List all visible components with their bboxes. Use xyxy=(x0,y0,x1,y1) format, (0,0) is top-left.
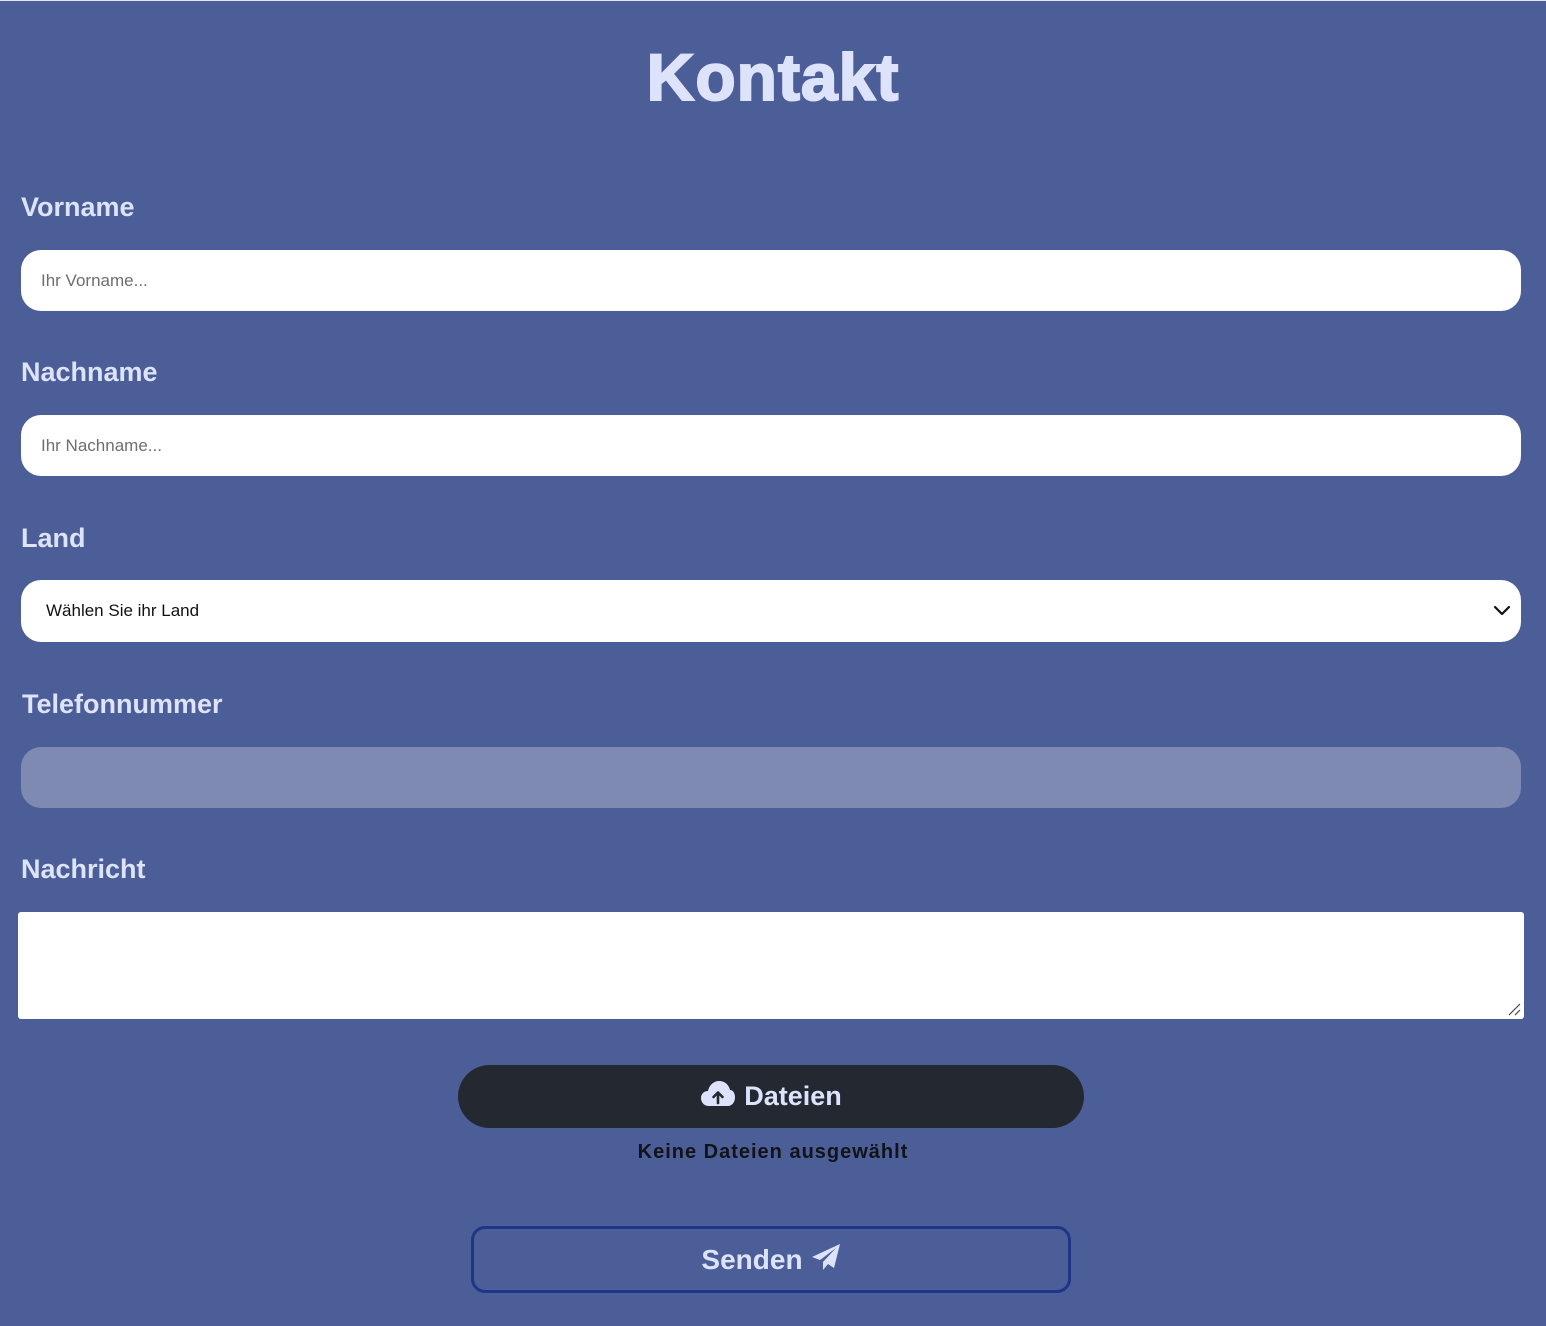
lastname-input[interactable] xyxy=(21,415,1521,476)
country-select[interactable]: Wählen Sie ihr Land xyxy=(21,580,1521,642)
message-textarea[interactable] xyxy=(18,912,1524,1019)
resize-handle-icon[interactable] xyxy=(1506,1001,1522,1017)
chevron-down-icon xyxy=(1491,600,1513,622)
lastname-label: Nachname xyxy=(21,357,158,387)
message-label: Nachricht xyxy=(21,854,146,884)
country-select-value: Wählen Sie ihr Land xyxy=(46,601,200,620)
file-status-text: Keine Dateien ausgewählt xyxy=(637,1141,909,1163)
paper-plane-icon xyxy=(811,1243,841,1276)
phone-label: Telefonnummer xyxy=(22,689,223,719)
lastname-field[interactable] xyxy=(21,415,1521,476)
page-title: Kontakt xyxy=(646,39,900,115)
send-button-label: Senden xyxy=(701,1243,803,1275)
phone-field[interactable] xyxy=(21,747,1521,808)
firstname-input[interactable] xyxy=(21,250,1521,311)
country-label: Land xyxy=(21,523,86,553)
firstname-label: Vorname xyxy=(21,192,135,222)
cloud-upload-icon xyxy=(700,1080,736,1113)
firstname-field[interactable] xyxy=(21,250,1521,311)
files-upload-button[interactable]: Dateien xyxy=(458,1065,1084,1128)
files-button-label: Dateien xyxy=(744,1081,842,1111)
send-button[interactable]: Senden xyxy=(471,1226,1071,1293)
phone-input[interactable] xyxy=(21,747,1521,808)
